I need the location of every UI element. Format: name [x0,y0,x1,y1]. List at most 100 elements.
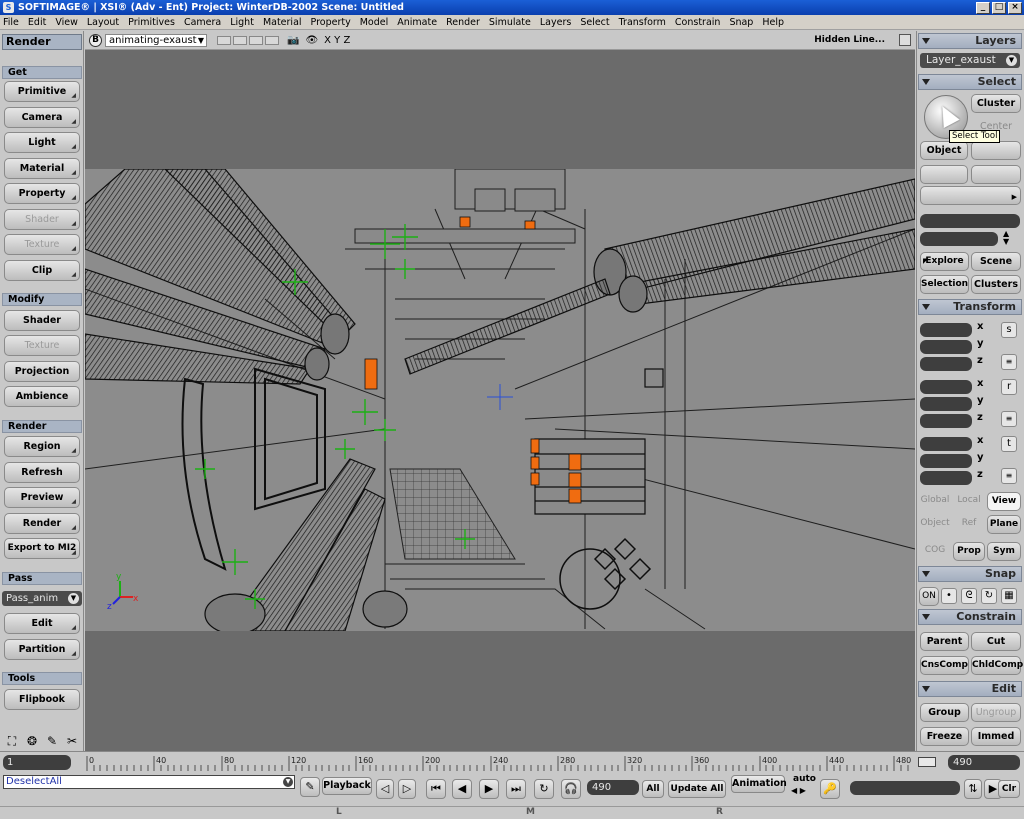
memo-cam-slot[interactable] [233,36,247,45]
scale-x-field[interactable] [920,323,972,337]
modify-ambience-button[interactable]: Ambience [4,386,80,407]
camera-icon[interactable]: 📷 [287,35,299,46]
rotate-x-field[interactable] [920,380,972,394]
go-to-end-icon[interactable]: ⏭ [506,779,526,799]
menu-render[interactable]: Render [446,17,480,28]
get-light-button[interactable]: Light ◢ [4,132,80,153]
ungroup-button[interactable]: Ungroup [971,703,1021,722]
auto-key-arrows-icon[interactable]: ◀ ▶ [791,786,806,795]
rotate-menu-icon[interactable]: ≡ [1001,411,1017,427]
render-render-button[interactable]: Render ◢ [4,513,80,534]
viewport[interactable]: B animating-exaust ▼ 📷 👁 X Y Z Hidden Lin… [85,31,915,751]
render-preview-button[interactable]: Preview ◢ [4,487,80,508]
scale-icon[interactable]: s [1001,322,1017,338]
layers-header[interactable]: Layers [918,33,1022,49]
select-blank-button[interactable] [971,165,1021,184]
get-texture-button[interactable]: Texture ◢ [4,234,80,255]
translate-menu-icon[interactable]: ≡ [1001,468,1017,484]
scale-y-field[interactable] [920,340,972,354]
loop-icon[interactable]: ↻ [534,779,554,799]
get-camera-button[interactable]: Camera ◢ [4,107,80,128]
snap-point-icon[interactable]: • [941,588,957,604]
select-blank-button[interactable] [971,141,1021,160]
selection-name-field[interactable] [920,214,1020,228]
rotate-y-field[interactable] [920,397,972,411]
prop-button[interactable]: Prop [953,542,985,561]
command-line[interactable]: DeselectAll ▼ [3,775,295,789]
play-forward-frame-icon[interactable]: ▷ [398,779,416,799]
pass-edit-button[interactable]: Edit ◢ [4,613,80,634]
scene-button[interactable]: Scene [971,252,1021,271]
translate-icon[interactable]: t [1001,436,1017,452]
script-editor-icon[interactable]: ✎ [300,777,320,797]
explore-button[interactable]: ◤ Explore [920,252,969,271]
menu-light[interactable]: Light [230,17,254,28]
get-shader-button[interactable]: Shader ◢ [4,209,80,230]
play-backward-frame-icon[interactable]: ◁ [376,779,394,799]
scale-menu-icon[interactable]: ≡ [1001,354,1017,370]
transform-header[interactable]: Transform [918,299,1022,315]
snap-header[interactable]: Snap [918,566,1022,582]
selection-value-field[interactable] [920,232,998,246]
rotate-z-field[interactable] [920,414,972,428]
memo-cam-slot[interactable] [249,36,263,45]
menu-edit[interactable]: Edit [28,17,46,28]
edit-header[interactable]: Edit [918,681,1022,697]
object-button[interactable]: Object [920,141,968,160]
get-material-button[interactable]: Material ◢ [4,158,80,179]
knife-icon[interactable]: ✂ [64,733,80,749]
modify-texture-button[interactable]: Texture [4,335,80,356]
snap-curve-icon[interactable]: ᘓ [961,588,977,604]
keyframe-field[interactable] [850,781,960,795]
cnscomp-button[interactable]: CnsComp [920,656,969,675]
constrain-header[interactable]: Constrain [918,609,1022,625]
menu-model[interactable]: Model [360,17,389,28]
layer-select[interactable]: Layer_exaust ▼ [920,53,1020,68]
menu-property[interactable]: Property [311,17,351,28]
global-button[interactable]: Global [918,492,952,511]
camera-select[interactable]: animating-exaust ▼ [105,34,207,47]
get-primitive-button[interactable]: Primitive ◢ [4,81,80,102]
minimize-button[interactable]: _ [976,1,990,14]
memo-cam-slot[interactable] [265,36,279,45]
cog-button[interactable]: COG [918,542,952,561]
all-button[interactable]: All [642,780,664,798]
menu-primitives[interactable]: Primitives [128,17,175,28]
time-ruler[interactable]: 0 40 80 120 160 200 240 280 320 360 400 440 480 [85,754,915,772]
group-button[interactable]: Group [920,703,969,722]
menu-help[interactable]: Help [762,17,784,28]
object-ref-button[interactable]: Object [918,515,952,534]
display-mode-select[interactable]: Hidden Line... [814,35,885,45]
paint-icon[interactable]: ❂ [24,733,40,749]
chldcomp-button[interactable]: ChldComp [971,656,1023,675]
clear-button[interactable]: Clr [998,780,1020,798]
select-filter-button[interactable]: ▶ [920,186,1021,205]
end-frame-field[interactable]: 490 [948,755,1020,770]
maximize-viewport-icon[interactable] [899,34,911,46]
modify-shader-button[interactable]: Shader [4,310,80,331]
ref-button[interactable]: Ref [953,515,985,534]
menu-constrain[interactable]: Constrain [675,17,721,28]
get-property-button[interactable]: Property ◢ [4,183,80,204]
pass-select[interactable]: Pass_anim ▼ [2,591,82,606]
snap-on-button[interactable]: ON [919,587,939,606]
auto-key-label[interactable]: auto [793,774,816,784]
pass-partition-button[interactable]: Partition ◢ [4,639,80,660]
animation-button[interactable]: Animation [731,775,787,793]
menu-camera[interactable]: Camera [184,17,221,28]
update-all-button[interactable]: Update All [668,780,726,798]
immed-button[interactable]: Immed [971,727,1021,746]
close-button[interactable]: × [1008,1,1022,14]
flipbook-button[interactable]: Flipbook [4,689,80,710]
menu-snap[interactable]: Snap [729,17,753,28]
key-icon[interactable]: 🔑 [820,779,840,799]
playback-button[interactable]: Playback [322,777,372,795]
render-region-button[interactable]: Region ◢ [4,436,80,457]
local-button[interactable]: Local [953,492,985,511]
menu-simulate[interactable]: Simulate [489,17,531,28]
menu-view[interactable]: View [55,17,78,28]
start-frame-field[interactable]: 1 [3,755,71,770]
audio-icon[interactable]: 🎧 [561,779,581,799]
view-button[interactable]: View [987,492,1021,511]
brush-icon[interactable]: ✎ [44,733,60,749]
